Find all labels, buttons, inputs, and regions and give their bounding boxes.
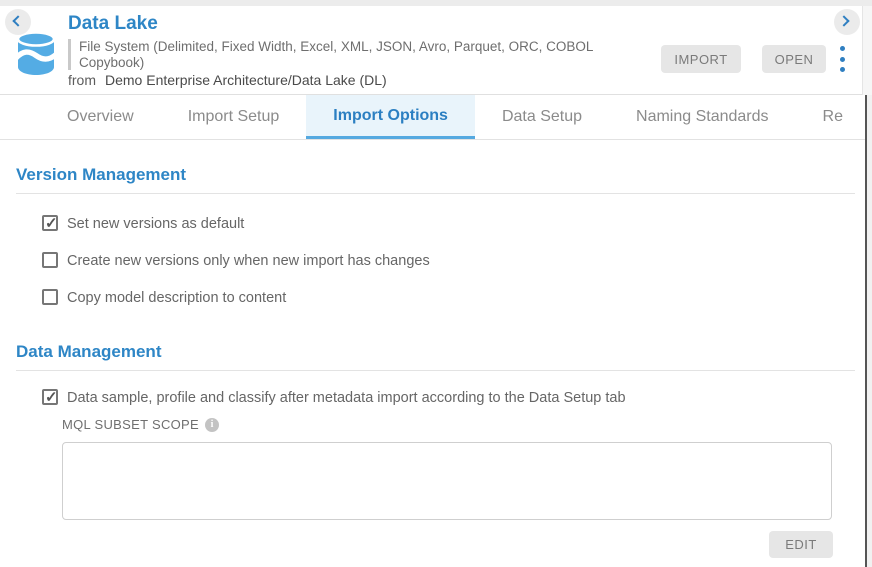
section-heading-version-management: Version Management (16, 165, 186, 185)
tab-naming-standards[interactable]: Naming Standards (609, 95, 796, 139)
tabs-scroll-left-button[interactable] (5, 9, 31, 35)
page-right-strip (867, 95, 872, 567)
checkbox-row-data-sample: Data sample, profile and classify after … (42, 389, 626, 407)
import-button[interactable]: IMPORT (661, 45, 741, 73)
mql-subset-scope-label-row: MQL SUBSET SCOPE i (62, 417, 219, 432)
tab-overview[interactable]: Overview (40, 95, 161, 139)
section-divider (16, 370, 855, 371)
tab-import-setup[interactable]: Import Setup (161, 95, 307, 139)
tab-clipped[interactable]: Re (796, 95, 866, 139)
open-button[interactable]: OPEN (762, 45, 826, 73)
checkbox-copy-model-description[interactable] (42, 289, 58, 305)
asset-header: Data Lake File System (Delimited, Fixed … (0, 6, 862, 95)
chevron-right-icon (838, 15, 849, 26)
checkbox-label[interactable]: Copy model description to content (67, 289, 286, 307)
checkbox-create-new-versions[interactable] (42, 252, 58, 268)
page-title: Data Lake (68, 13, 158, 35)
asset-type-subtitle: File System (Delimited, Fixed Width, Exc… (68, 39, 646, 70)
asset-source-path: from Demo Enterprise Architecture/Data La… (68, 72, 387, 88)
data-lake-icon (14, 30, 58, 76)
section-heading-data-management: Data Management (16, 342, 161, 362)
tab-strip: Overview Import Setup Import Options Dat… (40, 95, 866, 139)
edit-button[interactable]: EDIT (769, 531, 833, 558)
checkbox-set-new-versions[interactable] (42, 215, 58, 231)
tabs-scroll-right-button[interactable] (834, 9, 860, 35)
from-value: Demo Enterprise Architecture/Data Lake (… (105, 72, 387, 88)
checkbox-data-sample[interactable] (42, 389, 58, 405)
mql-subset-scope-label: MQL SUBSET SCOPE (62, 417, 199, 432)
checkbox-label[interactable]: Create new versions only when new import… (67, 252, 430, 270)
section-divider (16, 193, 855, 194)
tab-import-options[interactable]: Import Options (306, 95, 475, 139)
more-menu-icon[interactable] (838, 46, 846, 72)
checkbox-row-create-new-versions: Create new versions only when new import… (42, 252, 430, 270)
mql-subset-scope-input[interactable] (62, 442, 832, 520)
from-label: from (68, 72, 96, 88)
header-right-strip (862, 6, 872, 95)
info-icon[interactable]: i (205, 418, 219, 432)
checkbox-label[interactable]: Data sample, profile and classify after … (67, 389, 626, 407)
tab-data-setup[interactable]: Data Setup (475, 95, 609, 139)
checkbox-label[interactable]: Set new versions as default (67, 215, 244, 233)
checkbox-row-copy-model-description: Copy model description to content (42, 289, 286, 307)
chevron-left-icon (12, 15, 23, 26)
checkbox-row-set-new-versions: Set new versions as default (42, 215, 244, 233)
tab-bar: Overview Import Setup Import Options Dat… (0, 95, 866, 140)
